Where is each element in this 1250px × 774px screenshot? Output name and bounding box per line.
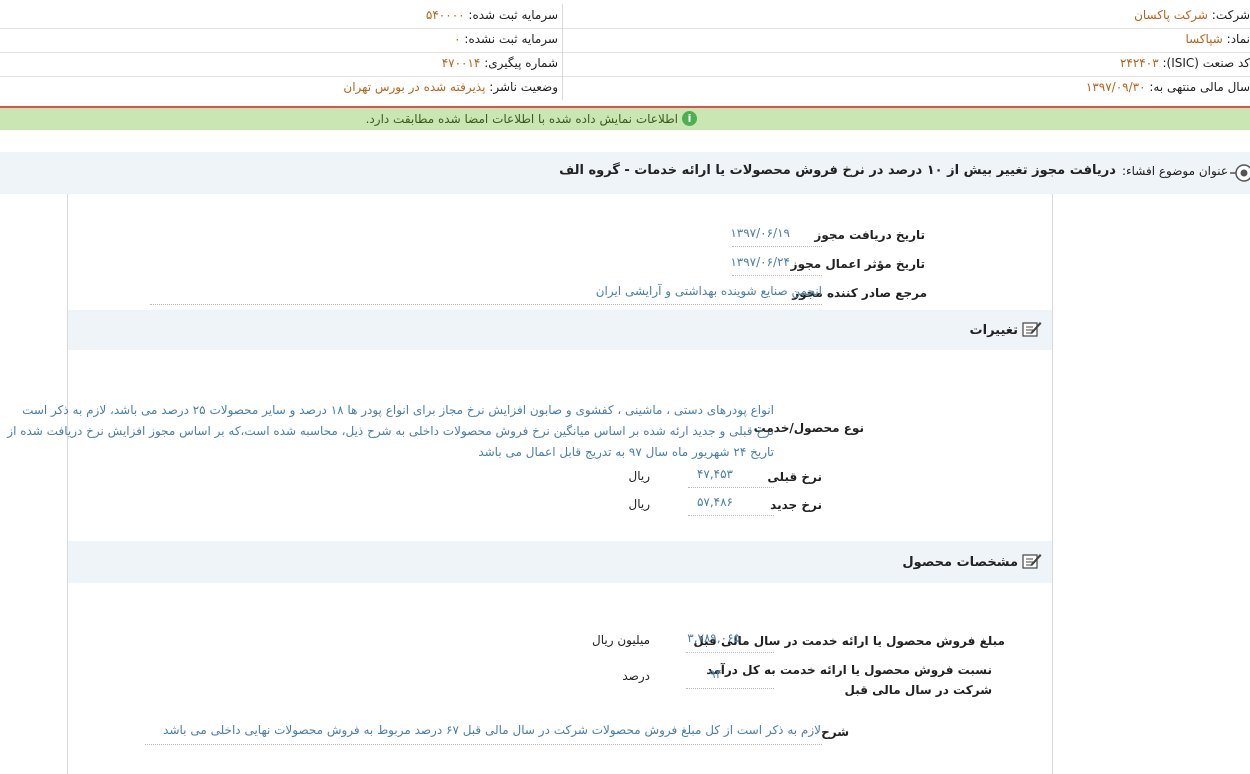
isic-label: کد صنعت (ISIC): (1162, 56, 1250, 70)
ratio-label-line: شرکت در سال مالی قبل (844, 683, 993, 697)
content-border-left (67, 194, 68, 774)
tracking-row: شماره پیگیری: ۴۷۰۰۱۴ (442, 56, 558, 70)
permit-effective-date-label: تاریخ مؤثر اعمال مجوز (790, 257, 925, 271)
edit-note-icon (1022, 552, 1042, 573)
unregistered-capital-value: ۰ (454, 32, 461, 46)
publisher-status-label: وضعیت ناشر: (489, 80, 558, 94)
row-divider (0, 76, 1250, 77)
field-underline (688, 515, 774, 516)
new-rate-value: ۵۷,۴۸۶ (696, 495, 733, 509)
permit-receive-date-value: ۱۳۹۷/۰۶/۱۹ (730, 226, 790, 240)
sales-label: مبلغ فروش محصول یا ارائه خدمت در سال مال… (693, 634, 1005, 648)
disclosure-subject-bar: عنوان موضوع افشاء: دریافت مجوز تغییر بیش… (0, 152, 1250, 194)
column-divider (562, 4, 563, 100)
permit-receive-date-label: تاریخ دریافت مجوز (814, 228, 925, 242)
info-banner-text: اطلاعات نمایش داده شده با اطلاعات امضا ش… (365, 111, 678, 126)
field-underline (732, 275, 822, 276)
ratio-unit: درصد (622, 669, 650, 683)
permit-issuer-value: انجمن صنایع شوینده بهداشتی و آرایشی ایرا… (595, 284, 822, 298)
ratio-label-line: نسبت فروش محصول یا ارائه خدمت به کل درآم… (706, 663, 992, 677)
isic-row: کد صنعت (ISIC): ۲۴۲۴۰۳ (1120, 56, 1250, 70)
disclosure-subject-label: عنوان موضوع افشاء: (1121, 163, 1228, 178)
tracking-label: شماره پیگیری: (484, 56, 558, 70)
unregistered-capital-label: سرمایه ثبت نشده: (464, 32, 558, 46)
product-specs-title: مشخصات محصول (902, 555, 1018, 570)
permit-effective-date-value: ۱۳۹۷/۰۶/۲۴ (730, 255, 790, 269)
field-underline (688, 487, 774, 488)
registered-capital-row: سرمایه ثبت شده: ۵۴۰۰۰۰ (426, 8, 558, 22)
changes-title: تغییرات (969, 323, 1018, 338)
info-banner-content: i اطلاعات نمایش داده شده با اطلاعات امضا… (366, 111, 697, 126)
row-divider (0, 28, 1250, 29)
disclosure-subject-value: دریافت مجوز تغییر بیش از ۱۰ درصد در نرخ … (559, 163, 1116, 178)
product-type-line: تاریخ ۲۴ شهریور ماه سال ۹۷ به تدریج قابل… (478, 445, 774, 459)
product-type-line: انواع پودرهای دستی ، ماشینی ، کفشوی و صا… (22, 403, 774, 417)
description-value: لازم به ذکر است از کل مبلغ فروش محصولات … (163, 723, 821, 737)
field-underline (150, 304, 822, 305)
info-icon: i (682, 111, 697, 126)
ratio-value: ۹۴ (709, 667, 722, 681)
product-type-line: نرخ قبلی و جدید ارئه شده بر اساس میانگین… (7, 424, 774, 438)
fiscal-row: سال مالی منتهی به: ۱۳۹۷/۰۹/۳۰ (1086, 80, 1250, 94)
symbol-value[interactable]: شپاکسا (1185, 32, 1222, 46)
new-rate-label: نرخ جدید (770, 498, 822, 512)
product-specs-title-group: مشخصات محصول (902, 552, 1042, 573)
company-value[interactable]: شرکت پاکسان (1134, 8, 1208, 22)
product-type-value: انواع پودرهای دستی ، ماشینی ، کفشوی و صا… (7, 400, 774, 463)
old-rate-unit: ریال (628, 469, 650, 483)
disclosure-subject: عنوان موضوع افشاء: دریافت مجوز تغییر بیش… (559, 163, 1228, 178)
changes-section-header: تغییرات (68, 310, 1052, 350)
registered-capital-label: سرمایه ثبت شده: (468, 8, 558, 22)
publisher-status-row: وضعیت ناشر: پذیرفته شده در بورس تهران (343, 80, 558, 94)
changes-title-group: تغییرات (970, 320, 1042, 341)
field-underline (686, 688, 774, 689)
sales-unit: میلیون ریال (592, 633, 650, 647)
content-border-right (1052, 194, 1053, 774)
field-underline (145, 744, 822, 745)
field-underline (686, 652, 774, 653)
company-row: شرکت: شرکت پاکسان (1134, 8, 1250, 22)
description-label: شرح (821, 725, 849, 739)
info-banner: i اطلاعات نمایش داده شده با اطلاعات امضا… (0, 108, 1250, 130)
new-rate-unit: ریال (628, 497, 650, 511)
symbol-row: نماد: شپاکسا (1185, 32, 1250, 46)
row-divider (0, 52, 1250, 53)
old-rate-label: نرخ قبلی (767, 470, 822, 484)
publisher-status-value: پذیرفته شده در بورس تهران (343, 80, 486, 94)
sales-value: ۳,۷۸۹,۰۶۵ (687, 631, 740, 645)
tracking-value: ۴۷۰۰۱۴ (441, 56, 481, 70)
registered-capital-value: ۵۴۰۰۰۰ (425, 8, 465, 22)
fiscal-label: سال مالی منتهی به: (1149, 80, 1250, 94)
unregistered-capital-row: سرمایه ثبت نشده: ۰ (454, 32, 558, 46)
expand-toggle-icon[interactable] (1230, 163, 1250, 186)
edit-note-icon (1022, 320, 1042, 341)
field-underline (732, 246, 822, 247)
symbol-label: نماد: (1226, 32, 1250, 46)
ratio-label: نسبت فروش محصول یا ارائه خدمت به کل درآم… (706, 660, 992, 700)
old-rate-value: ۴۷,۴۵۳ (696, 467, 733, 481)
isic-value: ۲۴۲۴۰۳ (1119, 56, 1159, 70)
product-specs-section-header: مشخصات محصول (68, 541, 1052, 583)
company-label: شرکت: (1211, 8, 1250, 22)
fiscal-value: ۱۳۹۷/۰۹/۳۰ (1085, 80, 1146, 94)
